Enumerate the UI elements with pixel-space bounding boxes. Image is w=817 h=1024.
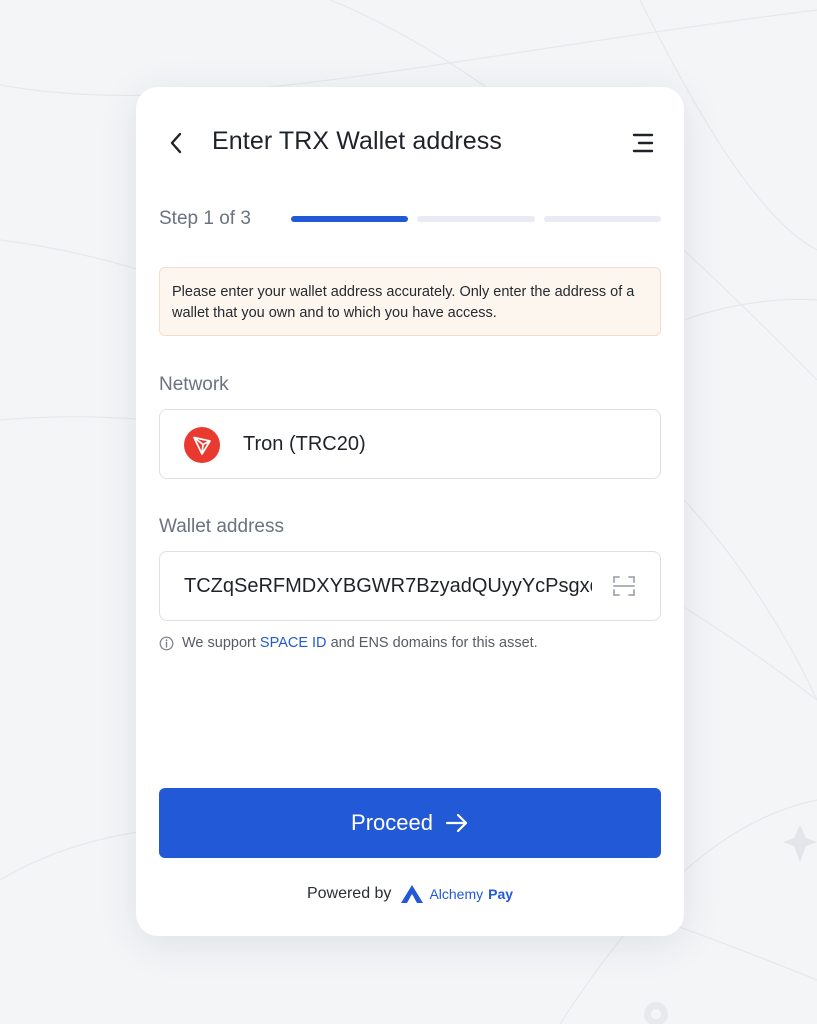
page-title: Enter TRX Wallet address <box>212 127 503 155</box>
back-button[interactable] <box>162 129 190 157</box>
wallet-notice: Please enter your wallet address accurat… <box>159 267 661 336</box>
support-prefix: We support <box>182 635 256 651</box>
info-icon <box>159 636 174 651</box>
step-segment-1 <box>291 216 409 222</box>
support-note: We support SPACE ID and ENS domains for … <box>159 635 538 651</box>
wallet-address-field <box>159 551 661 621</box>
arrow-right-icon <box>445 813 468 833</box>
wallet-address-input[interactable] <box>184 570 592 602</box>
network-selector[interactable]: Tron (TRC20) <box>159 409 661 479</box>
tron-logo-icon <box>184 427 220 463</box>
menu-button[interactable] <box>628 129 658 157</box>
powered-by-text: Powered by <box>306 885 392 902</box>
step-progress <box>291 216 661 222</box>
network-value: Tron (TRC20) <box>243 433 366 455</box>
proceed-label: Proceed <box>351 810 433 835</box>
scan-icon <box>613 576 635 596</box>
wallet-address-label: Wallet address <box>159 516 284 537</box>
wallet-address-card: Enter TRX Wallet address Step 1 of 3 Ple… <box>136 87 684 936</box>
network-label: Network <box>159 374 229 395</box>
step-segment-2 <box>417 216 535 222</box>
step-segment-3 <box>543 216 661 222</box>
support-suffix: and ENS domains for this asset. <box>330 635 538 651</box>
header: Enter TRX Wallet address <box>136 87 684 197</box>
brand-name: Alchemy <box>429 886 484 902</box>
alchemy-pay-brand: Alchemy Pay <box>400 884 513 904</box>
step-label: Step 1 of 3 <box>159 208 251 229</box>
chevron-left-icon <box>170 132 182 154</box>
scan-button[interactable] <box>612 574 636 598</box>
step-indicator: Step 1 of 3 <box>159 206 661 234</box>
brand-suffix: Pay <box>488 886 514 902</box>
proceed-button[interactable]: Proceed <box>159 788 661 858</box>
powered-by: Powered by Alchemy Pay <box>136 884 684 904</box>
alchemy-pay-logo-icon <box>401 885 424 903</box>
menu-icon <box>632 133 654 153</box>
space-id-link[interactable]: SPACE ID <box>260 635 327 651</box>
